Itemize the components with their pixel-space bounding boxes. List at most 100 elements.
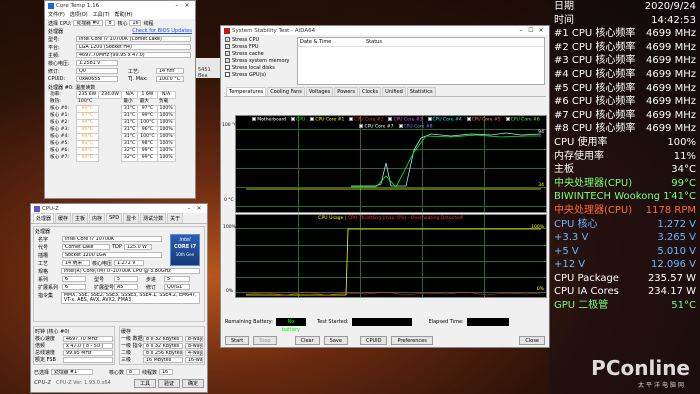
info-row-freq: 主频: 4697.70MHz (99.95 x 47.0) bbox=[45, 51, 195, 59]
tab-temperatures[interactable]: Temperatures bbox=[226, 87, 267, 96]
preferences-button[interactable]: Preferences bbox=[391, 336, 433, 345]
battery-value: No battery bbox=[275, 318, 306, 333]
tab-about[interactable]: 关于 bbox=[167, 213, 184, 223]
core-label: 核心 #4: bbox=[50, 134, 69, 139]
core-max: 100°C bbox=[137, 133, 158, 141]
stress-option-label: Stress GPU(s) bbox=[232, 72, 267, 78]
cpuid-button[interactable]: CPUID bbox=[359, 336, 388, 345]
sensor-label: +5 V bbox=[554, 245, 579, 257]
cpuz-window: CPU-Z – ✕ 处理器 缓存 主板 内存 SPD 显卡 测试分数 关于 处理… bbox=[30, 203, 208, 393]
background-window-fragment: 5451 Bea bbox=[196, 58, 220, 79]
cpu-select-dropdown[interactable]: 处理器 #0 bbox=[73, 20, 104, 26]
technology-value: 14 纳米 bbox=[62, 260, 90, 266]
minimize-icon[interactable]: – bbox=[172, 2, 182, 9]
menu-tools[interactable]: 工具(T) bbox=[93, 11, 110, 18]
menu-help[interactable]: 帮助(H) bbox=[115, 11, 133, 18]
tab-clocks[interactable]: Clocks bbox=[358, 87, 382, 96]
close-icon[interactable]: ✕ bbox=[536, 27, 546, 34]
log-col-datetime[interactable]: Date & Time bbox=[300, 39, 366, 45]
tab-bench[interactable]: 测试分数 bbox=[140, 213, 167, 223]
stress-option-label: Stress system memory bbox=[232, 58, 290, 64]
sensor-label: #4 CPU 核心频率 bbox=[554, 68, 636, 80]
validate-button[interactable]: 验证 bbox=[157, 378, 180, 388]
core-max: 98°C bbox=[137, 140, 158, 148]
selection-dropdown[interactable]: 处理器 #1 bbox=[51, 369, 94, 375]
stress-option[interactable]: ✓ Stress CPU bbox=[225, 37, 291, 44]
checkbox-icon[interactable]: ✓ bbox=[225, 51, 230, 56]
checkbox-icon[interactable]: ✓ bbox=[225, 44, 230, 49]
minimize-icon[interactable]: – bbox=[516, 27, 526, 34]
sensor-value: 14:42:53 bbox=[651, 14, 696, 26]
stress-option[interactable]: Stress GPU(s) bbox=[225, 72, 291, 79]
stress-option[interactable]: ✓ Stress cache bbox=[225, 51, 291, 58]
menu-options[interactable]: 选项(O) bbox=[70, 11, 88, 18]
cpuz-tabs: 处理器 缓存 主板 内存 SPD 显卡 测试分数 关于 bbox=[31, 213, 207, 224]
stress-option[interactable]: Stress local disks bbox=[225, 65, 291, 72]
tab-voltages[interactable]: Voltages bbox=[305, 87, 334, 96]
tdp-label: TDP bbox=[112, 244, 122, 250]
tab-processor[interactable]: 处理器 bbox=[33, 213, 55, 223]
tab-memory[interactable]: 内存 bbox=[89, 213, 106, 223]
tab-spd[interactable]: SPD bbox=[106, 213, 123, 223]
sensor-row: CPU 使用率 100% bbox=[549, 136, 700, 150]
close-icon[interactable]: ✕ bbox=[194, 205, 204, 212]
log-col-status[interactable]: Status bbox=[366, 39, 382, 45]
l1d-label: 一级 数据 bbox=[121, 336, 143, 342]
stress-option-label: Stress FPU bbox=[232, 44, 259, 50]
menu-file[interactable]: 文件(F) bbox=[48, 11, 65, 18]
coretemp-titlebar[interactable]: Core Temp 1.16 – ✕ bbox=[45, 1, 195, 10]
aida-tabs: Temperatures Cooling Fans Voltages Power… bbox=[224, 87, 546, 97]
core-row: 核心 #6: 89°C 32°C 99°C 100% bbox=[48, 147, 176, 155]
core-temp: 97°C bbox=[75, 112, 100, 120]
cpuz-titlebar[interactable]: CPU-Z – ✕ bbox=[31, 204, 207, 213]
save-button[interactable]: Save bbox=[323, 336, 348, 345]
sensor-label: CPU 核心 bbox=[554, 218, 598, 230]
tab-unified[interactable]: Unified bbox=[382, 87, 406, 96]
checkbox-icon[interactable]: ✓ bbox=[225, 58, 230, 63]
elapsed-label: Elapsed Time: bbox=[428, 319, 464, 325]
temp-right-high: 94 bbox=[538, 130, 544, 135]
sensor-row: CPU Package 235.57 W bbox=[549, 272, 700, 286]
temp-ymax-label: 100 °C bbox=[222, 123, 238, 128]
maximize-icon[interactable]: ☐ bbox=[526, 27, 536, 34]
tech-label: 工艺: bbox=[128, 68, 140, 75]
stress-option[interactable]: ✓ Stress FPU bbox=[225, 44, 291, 51]
cpuz-footer: CPU-Z CPU-Z Ver. 1.93.0.x64 工具 验证 确定 bbox=[31, 378, 207, 388]
aida-titlebar[interactable]: System Stability Test - AIDA64 – ☐ ✕ bbox=[221, 26, 549, 35]
info-header: 处理器 bbox=[48, 28, 64, 35]
tab-cache[interactable]: 缓存 bbox=[55, 213, 72, 223]
sensor-row: CPU IA Cores 234.17 W bbox=[549, 285, 700, 299]
core-max: 97°C bbox=[137, 105, 158, 113]
tab-graphics[interactable]: 显卡 bbox=[123, 213, 140, 223]
ok-button[interactable]: 确定 bbox=[181, 378, 204, 388]
checkbox-icon[interactable]: ✓ bbox=[225, 37, 230, 42]
ext-model-value: A5 bbox=[114, 284, 138, 290]
core-temp: 94°C bbox=[75, 119, 100, 127]
checkbox-icon[interactable] bbox=[225, 65, 230, 70]
sensor-row: #2 CPU 核心频率 4699 MHz bbox=[549, 41, 700, 55]
checkbox-icon[interactable] bbox=[225, 72, 230, 77]
info-row-platform: 平台: LGA 1200 (Socket H4) bbox=[45, 43, 195, 51]
sensor-value: 4699 MHz bbox=[645, 68, 696, 80]
sensor-row: CPU 核心 1.272 V bbox=[549, 218, 700, 232]
close-button[interactable]: Close bbox=[519, 336, 545, 345]
l1d-ways: 8-way bbox=[185, 335, 203, 342]
tools-button[interactable]: 工具 bbox=[133, 378, 156, 388]
minimize-icon[interactable]: – bbox=[184, 205, 194, 212]
tab-cooling-fans[interactable]: Cooling Fans bbox=[267, 87, 305, 96]
close-icon[interactable]: ✕ bbox=[182, 2, 192, 9]
core-speed-label: 核心速度 bbox=[35, 336, 56, 342]
clear-button[interactable]: Clear bbox=[294, 336, 320, 345]
bios-update-link[interactable]: Check for BIOS Updates bbox=[132, 28, 192, 34]
tab-statistics[interactable]: Statistics bbox=[406, 87, 436, 96]
stress-option[interactable]: ✓ Stress system memory bbox=[225, 58, 291, 65]
start-button[interactable]: Start bbox=[225, 336, 250, 345]
sensor-label: 中央处理器(CPU) bbox=[554, 177, 633, 189]
sensor-label: CPU Package bbox=[554, 272, 619, 284]
tab-powers[interactable]: Powers bbox=[334, 87, 358, 96]
sensor-value: 4699 MHz bbox=[645, 109, 696, 121]
platform-value: LGA 1200 (Socket H4) bbox=[76, 44, 191, 50]
tab-mainboard[interactable]: 主板 bbox=[72, 213, 89, 223]
cache-group: 缓存 一级 数据 8 x 32 KBytes 8-way 一级 指令 8 x 32 K… bbox=[119, 326, 205, 365]
stop-button[interactable]: Stop bbox=[253, 336, 277, 345]
